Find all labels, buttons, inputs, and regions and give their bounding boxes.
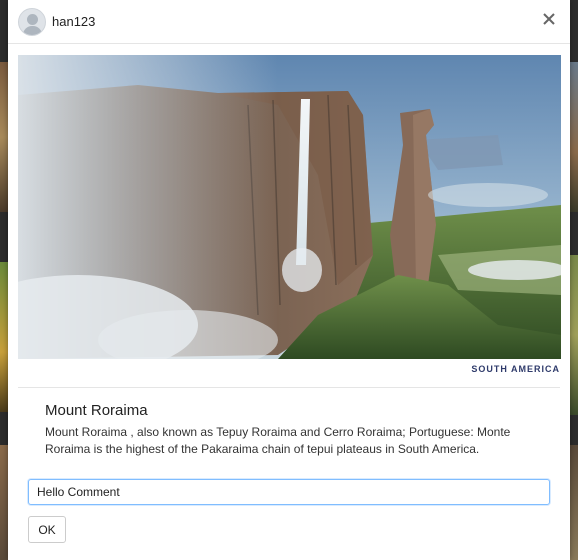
background-card-left-middle [0,262,8,412]
user-avatar-icon [18,7,46,36]
background-card-right-bottom [570,445,578,560]
region-label: SOUTH AMERICA [471,364,560,374]
modal-header: han123 [8,0,570,44]
post-title: Mount Roraima [45,402,148,419]
post-image [18,55,561,359]
background-card-right-middle [570,255,578,415]
comment-input[interactable] [28,479,550,505]
close-icon [543,13,555,25]
background-card-left-top [0,62,8,212]
background-card-left-bottom [0,445,8,560]
close-button[interactable] [540,10,558,28]
post-description: Mount Roraima , also known as Tepuy Rora… [45,425,511,456]
divider [18,387,560,388]
post-modal: han123 SOUTH AMERICA Mount Roraima Mount… [8,0,570,560]
username: han123 [52,14,96,29]
background-card-right-top [570,62,578,212]
ok-button[interactable]: OK [28,516,66,543]
